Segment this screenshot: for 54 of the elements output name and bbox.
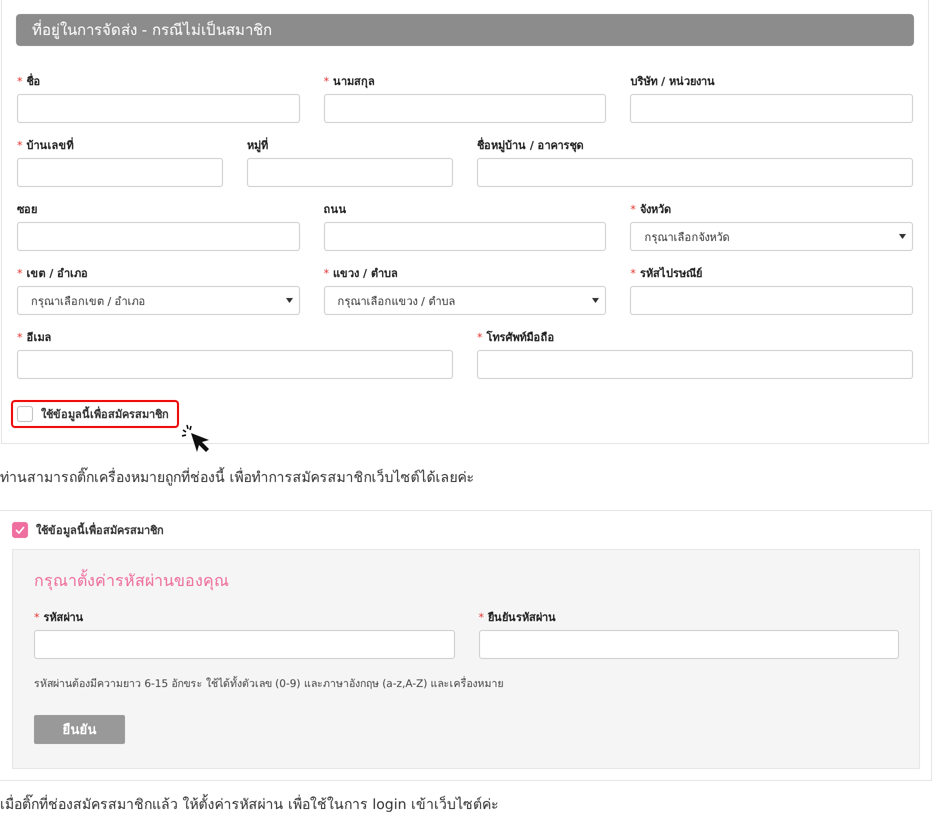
input-field[interactable]: [324, 94, 606, 123]
required-mark: *: [17, 330, 22, 346]
input-field[interactable]: [17, 158, 223, 187]
dropdown[interactable]: กรุณาเลือกเขต / อำเภอ: [17, 286, 300, 315]
field-label: เขต / อำเภอ: [26, 266, 88, 282]
required-mark: *: [17, 138, 22, 154]
required-mark: *: [17, 266, 22, 282]
field-label: ถนน: [324, 202, 347, 218]
field-label: อีเมล: [26, 330, 52, 346]
caret-icon: [592, 298, 600, 303]
check-icon: [15, 526, 25, 534]
input-field[interactable]: [477, 158, 913, 187]
input-field[interactable]: [17, 222, 300, 251]
password-field[interactable]: [34, 630, 454, 659]
input-field[interactable]: [630, 286, 913, 315]
input-field[interactable]: [324, 222, 606, 251]
register-checkbox[interactable]: ใช้ข้อมูลนี้เพื่อสมัครสมาชิก: [11, 400, 179, 428]
required-mark: *: [630, 266, 636, 282]
field-label: จังหวัด: [640, 202, 671, 218]
input-field[interactable]: [17, 350, 453, 379]
caption-text: เมื่อติ๊กที่ช่องสมัครสมาชิกแล้ว ให้ตั้งค่ารหัสผ่าน เพื่อใช้ในการ login เข้าเว็บไซต์ค่ะ: [0, 793, 933, 821]
register-checkbox[interactable]: ใช้ข้อมูลนี้เพื่อสมัครสมาชิก: [12, 521, 920, 539]
field-label: ชื่อหมู่บ้าน / อาคารชุด: [477, 138, 584, 154]
input-field[interactable]: [630, 94, 913, 123]
required-mark: *: [17, 74, 22, 90]
password-hint: รหัสผ่านต้องมีความยาว 6-15 อักขระ ใช้ได้ทั้งตัวเลข (0-9) และภาษาอังกฤษ (a-z,A-Z) และเครื่องหมาย: [34, 675, 505, 692]
field-label: ชื่อ: [26, 74, 40, 90]
section-header: ที่อยู่ในการจัดส่ง - กรณีไม่เป็นสมาชิก: [16, 14, 914, 46]
input-field[interactable]: [17, 94, 300, 123]
field-label: ยืนยันรหัสผ่าน: [488, 610, 556, 626]
field-label: โทรศัพท์มือถือ: [486, 330, 554, 346]
input-field[interactable]: [247, 158, 453, 187]
required-mark: *: [324, 74, 330, 90]
password-field[interactable]: [478, 630, 899, 659]
caret-icon: [899, 234, 906, 239]
password-title: กรุณาตั้งค่ารหัสผ่านของคุณ: [34, 568, 230, 592]
required-mark: *: [34, 610, 40, 626]
required-mark: *: [630, 202, 636, 218]
field-label: ซอย: [17, 202, 37, 218]
field-label: รหัสไปรษณีย์: [640, 266, 702, 282]
required-mark: *: [478, 610, 484, 626]
required-mark: *: [477, 330, 482, 346]
required-mark: *: [324, 266, 330, 282]
dropdown[interactable]: กรุณาเลือกแขวง / ตำบล: [324, 286, 606, 315]
field-label: หมู่ที่: [247, 138, 268, 154]
caption-text: ท่านสามารถติ๊กเครื่องหมายถูกที่ช่องนี้ เพื่อทำการสมัครสมาชิกเว็บไซต์ได้เลยค่ะ: [0, 466, 933, 510]
field-label: แขวง / ตำบล: [333, 266, 398, 282]
field-label: บ้านเลขที่: [26, 138, 74, 154]
field-label: บริษัท / หน่วยงาน: [630, 74, 716, 90]
field-label: นามสกุล: [333, 74, 376, 90]
dropdown[interactable]: กรุณาเลือกจังหวัด: [630, 222, 913, 251]
field-label: รหัสผ่าน: [44, 610, 84, 626]
caret-icon: [286, 298, 293, 303]
input-field[interactable]: [477, 350, 913, 379]
